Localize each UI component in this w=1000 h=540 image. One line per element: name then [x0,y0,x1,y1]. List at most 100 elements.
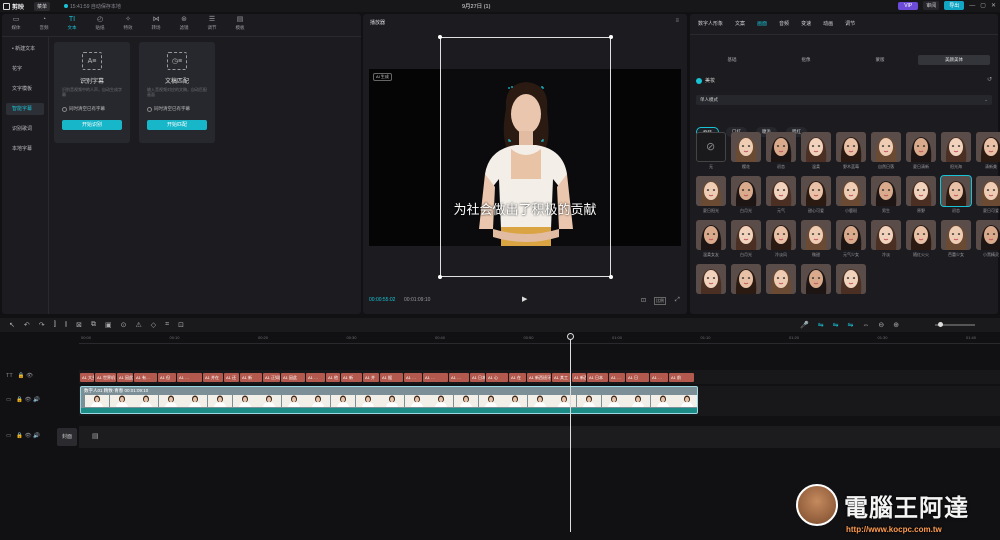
text-clip[interactable]: A1 大多 [80,373,94,382]
tab-media[interactable]: ▭ 媒体 [2,14,30,36]
tab-text[interactable]: TI 文本 [58,14,86,36]
makeup-preset-thumb[interactable] [871,220,901,250]
sidebar-item[interactable]: 花字 [6,63,44,75]
text-clip[interactable]: A1 据 [380,373,403,382]
timeline-link-icon[interactable]: ⊖ [878,321,884,329]
makeup-preset-thumb[interactable] [871,176,901,206]
property-tab[interactable]: 文案 [729,20,751,27]
tab-template[interactable]: ▤ 模板 [226,14,254,36]
makeup-preset-thumb[interactable] [766,220,796,250]
text-clip[interactable]: A1 … [404,373,422,382]
sidebar-item[interactable]: 智能字幕 [6,103,44,115]
sub-tab[interactable]: 蒙版 [844,55,916,65]
makeup-preset-thumb[interactable] [836,264,866,294]
text-clip[interactable]: A1 … [650,373,668,382]
makeup-preset-thumb[interactable] [801,264,831,294]
text-clip[interactable]: A1 日 [626,373,649,382]
text-clip[interactable]: A1 并在 [203,373,223,382]
timeline-link-icon[interactable]: ⇔ [862,322,869,329]
text-clip[interactable]: A1 日本 [587,373,608,382]
start-recognize-button[interactable]: 开始识别 [62,120,122,130]
timeline-tool-icon[interactable]: ⊙ [121,321,127,329]
playhead[interactable] [570,334,571,532]
makeup-preset-thumb[interactable] [766,176,796,206]
text-clip[interactable]: A1 在 [509,373,526,382]
text-clip[interactable]: A1 … [306,373,325,382]
text-clip[interactable]: A1 前 [669,373,694,382]
tab-audio[interactable]: ◔ 音频 [30,14,58,36]
makeup-preset-thumb[interactable] [696,176,726,206]
tab-filter[interactable]: ⊛ 滤镜 [170,14,198,36]
export-button[interactable]: 导出 [944,1,965,10]
tab-adjust[interactable]: ☰ 调节 [198,14,226,36]
makeup-preset-thumb[interactable] [731,176,761,206]
track-controls-icon[interactable]: 🔒 👁 🔊 [16,397,40,403]
timeline-link-icon[interactable]: ⊕ [893,321,899,329]
text-clip[interactable]: A1 世界机 [95,373,116,382]
timeline-link-icon[interactable]: ⇋ [833,321,839,329]
text-clip[interactable]: A1 还 [224,373,239,382]
cover-button[interactable]: 封面 [57,428,77,446]
no-makeup-thumb[interactable]: ⊘ [696,132,726,162]
timeline-tool-icon[interactable]: ↶ [24,321,30,329]
text-clip[interactable]: A1 新西班牙 [527,373,551,382]
property-tab[interactable]: 画面 [751,20,773,27]
text-clip[interactable]: A1 心 [486,373,508,382]
text-clip[interactable]: A1 新西兰 [572,373,586,382]
ratio-button[interactable]: 比例 [654,297,666,305]
timeline-tool-icon[interactable]: ⌗ [165,321,169,329]
timeline-tool-icon[interactable]: ⫿ [54,321,56,329]
track-controls-icon[interactable]: 🔒 👁 [18,373,33,379]
selection-frame[interactable] [438,35,613,279]
makeup-preset-thumb[interactable] [731,132,761,162]
makeup-preset-thumb[interactable] [940,175,972,207]
makeup-preset-thumb[interactable] [941,220,971,250]
text-clip[interactable]: A1 其工 [552,373,571,382]
resize-handle[interactable] [438,275,442,279]
makeup-preset-thumb[interactable] [731,220,761,250]
playhead-handle[interactable] [567,333,574,340]
minimize-icon[interactable]: — [969,3,975,9]
text-clip[interactable]: A1 … [609,373,625,382]
text-clip[interactable]: A1 … [449,373,469,382]
makeup-preset-thumb[interactable] [976,220,1000,250]
timeline-tool-icon[interactable]: ⊡ [178,321,184,329]
text-clip[interactable]: A1 有… [134,373,157,382]
resize-handle[interactable] [438,35,442,39]
reset-icon[interactable]: ↺ [987,76,992,83]
sub-tab[interactable]: 美颜美体 [918,55,990,65]
tab-transition[interactable]: ⋈ 转场 [142,14,170,36]
sidebar-item[interactable]: 识别歌词 [6,123,44,135]
makeup-preset-thumb[interactable] [836,220,866,250]
text-clip[interactable]: A1 并 [363,373,379,382]
makeup-preset-thumb[interactable] [871,132,901,162]
clear-existing-checkbox[interactable]: 同时清空已有字幕 [147,106,190,112]
makeup-preset-thumb[interactable] [766,132,796,162]
share-button[interactable]: 审阅 [923,1,940,10]
clear-existing-checkbox[interactable]: 同时清空已有字幕 [62,106,105,112]
makeup-preset-thumb[interactable] [906,176,936,206]
text-clip[interactable]: A1 但 [158,373,176,382]
makeup-preset-thumb[interactable] [801,220,831,250]
timeline-tool-icon[interactable]: ↖ [9,321,15,329]
sidebar-item[interactable]: • 新建文本 [6,43,44,55]
text-clip[interactable]: A1 因此新 [117,373,133,382]
makeup-preset-thumb[interactable] [941,132,971,162]
timeline-tool-icon[interactable]: ▣ [105,321,112,329]
mic-icon[interactable]: 🎤 [800,321,809,329]
property-tab[interactable]: 调节 [839,20,861,27]
mode-dropdown[interactable]: 单人模式 ⌄ [696,95,992,105]
text-clip[interactable]: A1 他 [326,373,340,382]
play-icon[interactable]: ▶ [522,295,527,303]
makeup-preset-thumb[interactable] [801,132,831,162]
sidebar-item[interactable]: 文字模板 [6,83,44,95]
close-icon[interactable]: ✕ [991,2,996,9]
makeup-preset-thumb[interactable] [836,176,866,206]
timeline-tool-icon[interactable]: ⫾ [65,321,67,329]
text-clip[interactable]: A1 日本 [470,373,485,382]
screenshot-icon[interactable]: ⊡ [641,297,646,304]
video-clip[interactable]: 数字人01 精致·青春 00:01:09:10 [80,386,698,414]
resize-handle[interactable] [609,275,613,279]
timeline-tool-icon[interactable]: ◇ [151,321,156,329]
property-tab[interactable]: 变速 [795,20,817,27]
